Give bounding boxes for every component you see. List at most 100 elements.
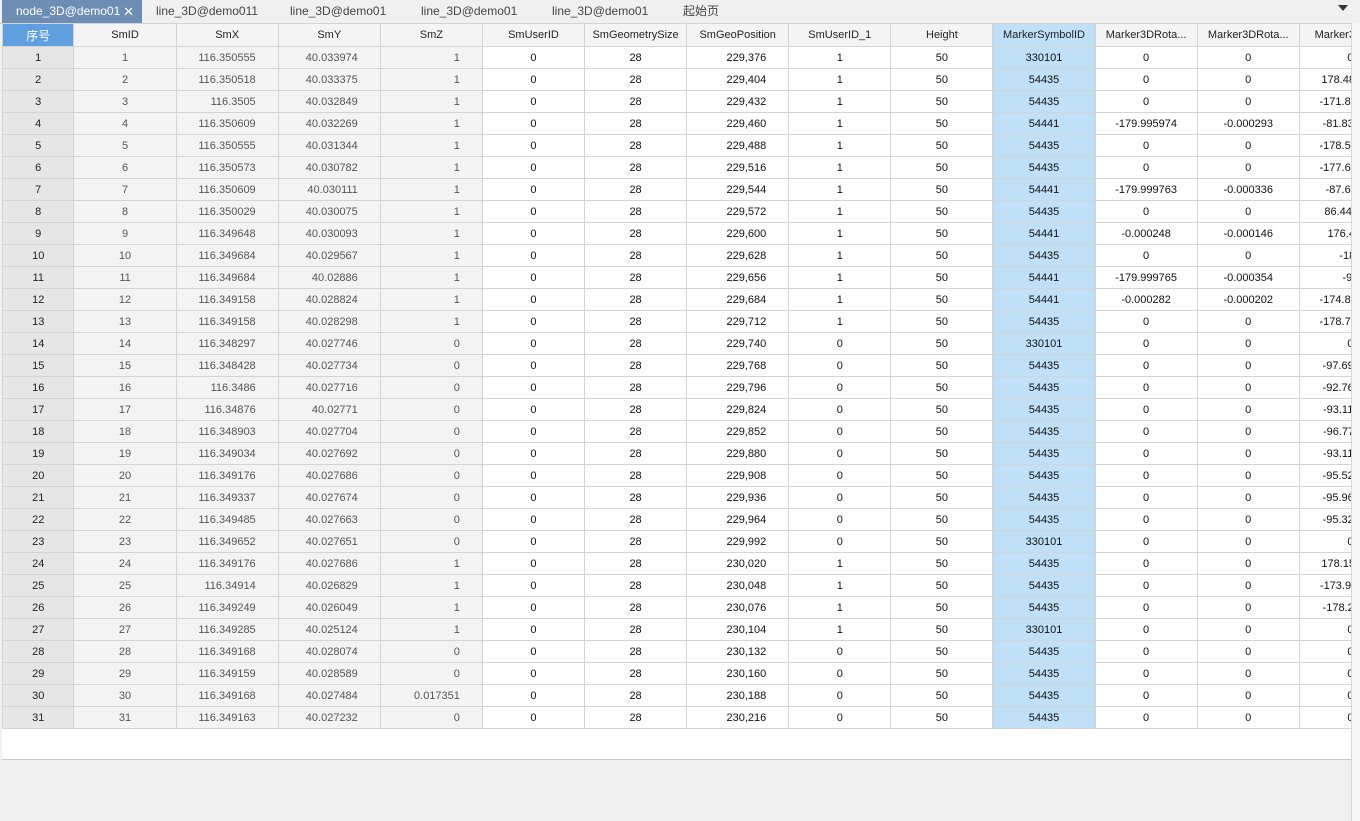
- table-cell[interactable]: 40.028298: [277, 310, 381, 333]
- table-cell[interactable]: 50: [890, 464, 994, 487]
- table-cell[interactable]: 40.027704: [277, 420, 381, 443]
- table-cell[interactable]: 0: [1196, 530, 1300, 553]
- table-cell[interactable]: 0: [1094, 464, 1198, 487]
- table-row[interactable]: 20 20 116.349176 40.027686 0 0 28 229,908 0 50 544…: [2, 464, 1352, 487]
- table-cell[interactable]: 18: [73, 420, 177, 443]
- table-cell[interactable]: 0: [1094, 530, 1198, 553]
- table-cell[interactable]: 40.027674: [277, 486, 381, 509]
- table-row[interactable]: 24 24 116.349176 40.027686 1 0 28 230,020 1 50 544…: [2, 552, 1352, 575]
- table-cell[interactable]: 1: [788, 90, 892, 113]
- table-cell[interactable]: 0: [481, 112, 586, 135]
- table-cell[interactable]: 54435: [992, 442, 1096, 465]
- table-cell[interactable]: 1: [379, 552, 483, 575]
- table-cell[interactable]: 28: [584, 178, 688, 201]
- table-cell[interactable]: 230,020: [686, 552, 790, 575]
- table-cell[interactable]: 50: [890, 530, 994, 553]
- row-number-cell[interactable]: 11: [2, 266, 75, 289]
- table-row[interactable]: 13 13 116.349158 40.028298 1 0 28 229,712 1 50 544…: [2, 310, 1352, 333]
- table-cell[interactable]: 0: [481, 288, 586, 311]
- column-header[interactable]: SmUserID_1: [788, 23, 892, 47]
- column-header[interactable]: SmUserID: [481, 23, 586, 47]
- table-cell[interactable]: 0: [379, 464, 483, 487]
- row-number-cell[interactable]: 12: [2, 288, 75, 311]
- table-cell[interactable]: 28: [584, 442, 688, 465]
- table-cell[interactable]: 116.348297: [175, 332, 279, 355]
- table-cell[interactable]: 0: [1094, 684, 1198, 707]
- table-cell[interactable]: 0: [481, 310, 586, 333]
- row-number-cell[interactable]: 1: [2, 46, 75, 69]
- table-cell[interactable]: 0: [1196, 442, 1300, 465]
- table-cell[interactable]: 50: [890, 178, 994, 201]
- column-header[interactable]: Marker3DRota...: [1094, 23, 1198, 47]
- table-cell[interactable]: 31: [73, 706, 177, 729]
- table-cell[interactable]: -179.999765: [1094, 266, 1198, 289]
- table-cell[interactable]: 0: [481, 266, 586, 289]
- row-number-cell[interactable]: 3: [2, 90, 75, 113]
- table-cell[interactable]: 40.030111: [277, 178, 381, 201]
- table-cell[interactable]: 1: [788, 244, 892, 267]
- table-cell[interactable]: 0: [481, 596, 586, 619]
- table-cell[interactable]: 50: [890, 112, 994, 135]
- table-cell[interactable]: 0: [481, 486, 586, 509]
- table-cell[interactable]: 1: [379, 134, 483, 157]
- table-cell[interactable]: 28: [584, 574, 688, 597]
- table-cell[interactable]: 0: [788, 464, 892, 487]
- table-cell[interactable]: 25: [73, 574, 177, 597]
- table-cell[interactable]: 116.349176: [175, 552, 279, 575]
- chevron-down-icon[interactable]: [1338, 5, 1348, 11]
- table-cell[interactable]: 1: [788, 288, 892, 311]
- table-cell[interactable]: 0: [1094, 244, 1198, 267]
- table-cell[interactable]: 0: [1094, 508, 1198, 531]
- table-row[interactable]: 30 30 116.349168 40.027484 0.017351 0 28 230,18…: [2, 684, 1352, 707]
- table-cell[interactable]: 1: [379, 288, 483, 311]
- table-row[interactable]: 4 4 116.350609 40.032269 1 0 28 229,460 1 50 54441…: [2, 112, 1352, 135]
- table-cell[interactable]: 0: [1196, 46, 1300, 69]
- row-number-cell[interactable]: 23: [2, 530, 75, 553]
- table-cell[interactable]: 50: [890, 442, 994, 465]
- table-cell[interactable]: 1: [788, 112, 892, 135]
- table-cell[interactable]: 178.150715: [1298, 552, 1352, 575]
- table-cell[interactable]: 0: [379, 640, 483, 663]
- table-cell[interactable]: 40.026049: [277, 596, 381, 619]
- table-cell[interactable]: 0: [1196, 156, 1300, 179]
- table-cell[interactable]: 1: [379, 574, 483, 597]
- table-cell[interactable]: 54435: [992, 420, 1096, 443]
- table-cell[interactable]: 116.350029: [175, 200, 279, 223]
- table-cell[interactable]: 0: [1196, 354, 1300, 377]
- table-cell[interactable]: 54435: [992, 156, 1096, 179]
- table-cell[interactable]: 0: [1196, 684, 1300, 707]
- table-cell[interactable]: 50: [890, 398, 994, 421]
- table-cell[interactable]: 1: [73, 46, 177, 69]
- table-row[interactable]: 27 27 116.349285 40.025124 1 0 28 230,104 1 50 330…: [2, 618, 1352, 641]
- table-cell[interactable]: 229,544: [686, 178, 790, 201]
- table-cell[interactable]: 0: [1094, 662, 1198, 685]
- table-cell[interactable]: 12: [73, 288, 177, 311]
- table-cell[interactable]: -171.830131: [1298, 90, 1352, 113]
- table-row[interactable]: 31 31 116.349163 40.027232 0 0 28 230,216 0 50 544…: [2, 706, 1352, 729]
- table-cell[interactable]: 50: [890, 266, 994, 289]
- table-cell[interactable]: 40.032849: [277, 90, 381, 113]
- table-cell[interactable]: 230,188: [686, 684, 790, 707]
- table-cell[interactable]: 229,908: [686, 464, 790, 487]
- table-cell[interactable]: 0: [1196, 640, 1300, 663]
- table-cell[interactable]: 116.349684: [175, 266, 279, 289]
- table-cell[interactable]: 50: [890, 200, 994, 223]
- table-cell[interactable]: 0: [788, 398, 892, 421]
- table-cell[interactable]: 1: [379, 310, 483, 333]
- table-cell[interactable]: 229,572: [686, 200, 790, 223]
- table-row[interactable]: 5 5 116.350555 40.031344 1 0 28 229,488 1 50 54435…: [2, 134, 1352, 157]
- row-number-cell[interactable]: 27: [2, 618, 75, 641]
- table-cell[interactable]: 50: [890, 90, 994, 113]
- column-header[interactable]: SmID: [73, 23, 177, 47]
- column-header[interactable]: SmZ: [379, 23, 483, 47]
- table-cell[interactable]: 40.028074: [277, 640, 381, 663]
- table-cell[interactable]: 0: [1298, 706, 1352, 729]
- table-row[interactable]: 9 9 116.349648 40.030093 1 0 28 229,600 1 50 54441…: [2, 222, 1352, 245]
- table-cell[interactable]: 116.350573: [175, 156, 279, 179]
- table-cell[interactable]: 116.34914: [175, 574, 279, 597]
- table-cell[interactable]: 116.349285: [175, 618, 279, 641]
- table-cell[interactable]: -177.629907: [1298, 156, 1352, 179]
- table-cell[interactable]: 40.027716: [277, 376, 381, 399]
- table-cell[interactable]: 0: [481, 156, 586, 179]
- table-cell[interactable]: 116.349652: [175, 530, 279, 553]
